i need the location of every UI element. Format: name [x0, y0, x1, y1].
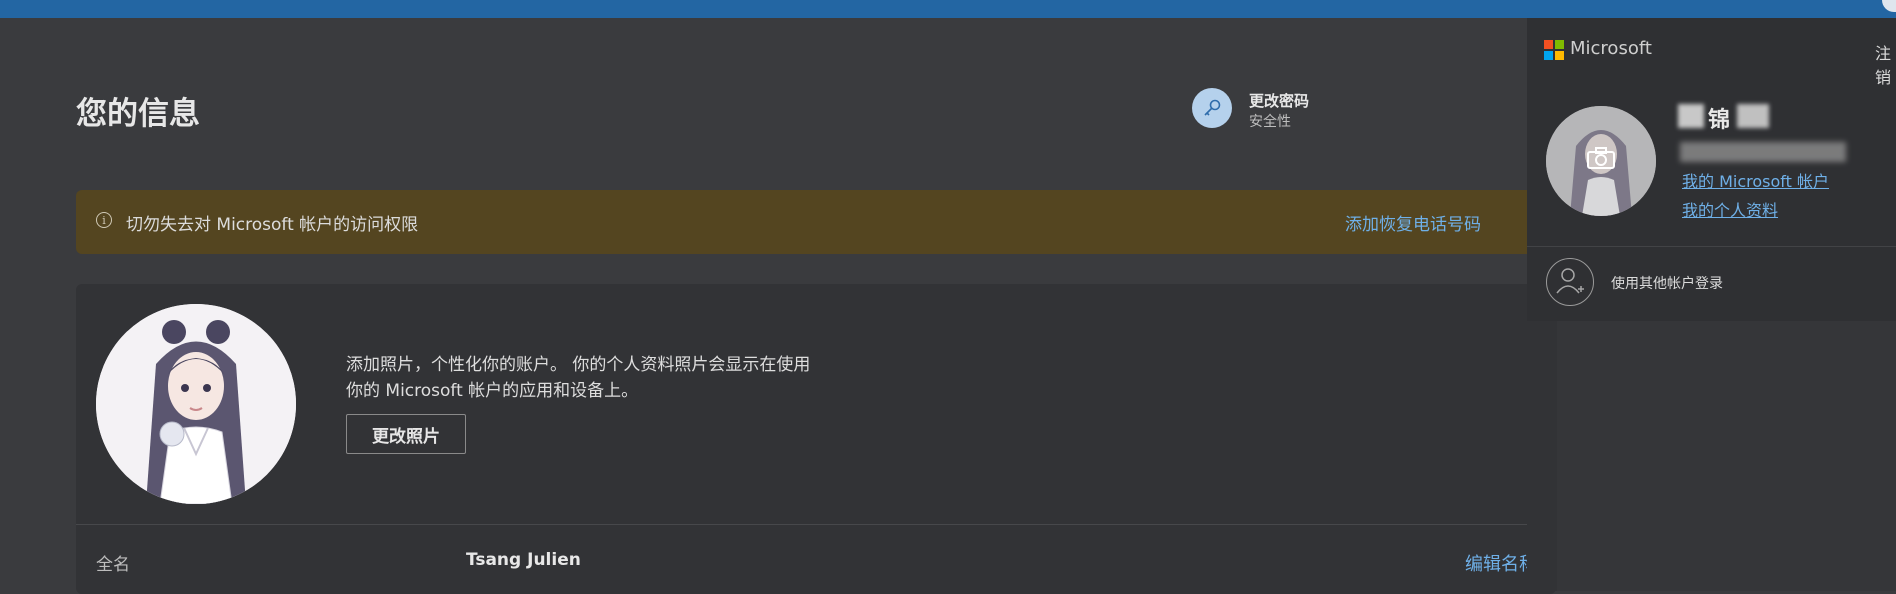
- redacted-name-part: [1678, 104, 1704, 128]
- add-person-glyph: [1556, 268, 1584, 294]
- banner-text: 切勿失去对 Microsoft 帐户的访问权限: [126, 215, 419, 235]
- info-icon: i: [96, 212, 112, 228]
- redacted-email: [1680, 142, 1846, 162]
- microsoft-logo-icon: [1544, 40, 1564, 60]
- account-name: 锦: [1708, 108, 1731, 133]
- my-microsoft-account-link[interactable]: 我的 Microsoft 帐户: [1682, 168, 1829, 192]
- my-profile-link[interactable]: 我的个人资料: [1682, 197, 1778, 221]
- microsoft-wordmark: Microsoft: [1570, 38, 1652, 59]
- profile-photo-illustration: [96, 304, 296, 504]
- change-password-link[interactable]: 更改密码: [1249, 90, 1309, 111]
- add-person-icon[interactable]: [1546, 258, 1594, 306]
- sign-in-other-account-link[interactable]: 使用其他帐户登录: [1611, 273, 1723, 293]
- fullname-value: Tsang Julien: [466, 550, 581, 570]
- profile-photo: [96, 304, 296, 504]
- flyout-lower-area: [1557, 321, 1896, 591]
- add-recovery-phone-link[interactable]: 添加恢复电话号码: [1345, 210, 1481, 235]
- fullname-label: 全名: [96, 555, 130, 575]
- profile-card: [76, 284, 1556, 594]
- change-password-subtitle: 安全性: [1249, 114, 1291, 130]
- key-icon[interactable]: [1192, 88, 1232, 128]
- divider: [76, 524, 1556, 525]
- redacted-name-part: [1737, 104, 1769, 128]
- camera-icon[interactable]: [1586, 146, 1616, 170]
- key-icon-glyph: [1204, 99, 1221, 116]
- page-title: 您的信息: [76, 96, 200, 132]
- top-bar: [0, 0, 1896, 18]
- change-photo-button[interactable]: 更改照片: [346, 414, 466, 454]
- photo-description: 添加照片，个性化你的账户。 你的个人资料照片会显示在使用你的 Microsoft…: [346, 355, 811, 401]
- sign-out-link[interactable]: 注销: [1875, 40, 1896, 88]
